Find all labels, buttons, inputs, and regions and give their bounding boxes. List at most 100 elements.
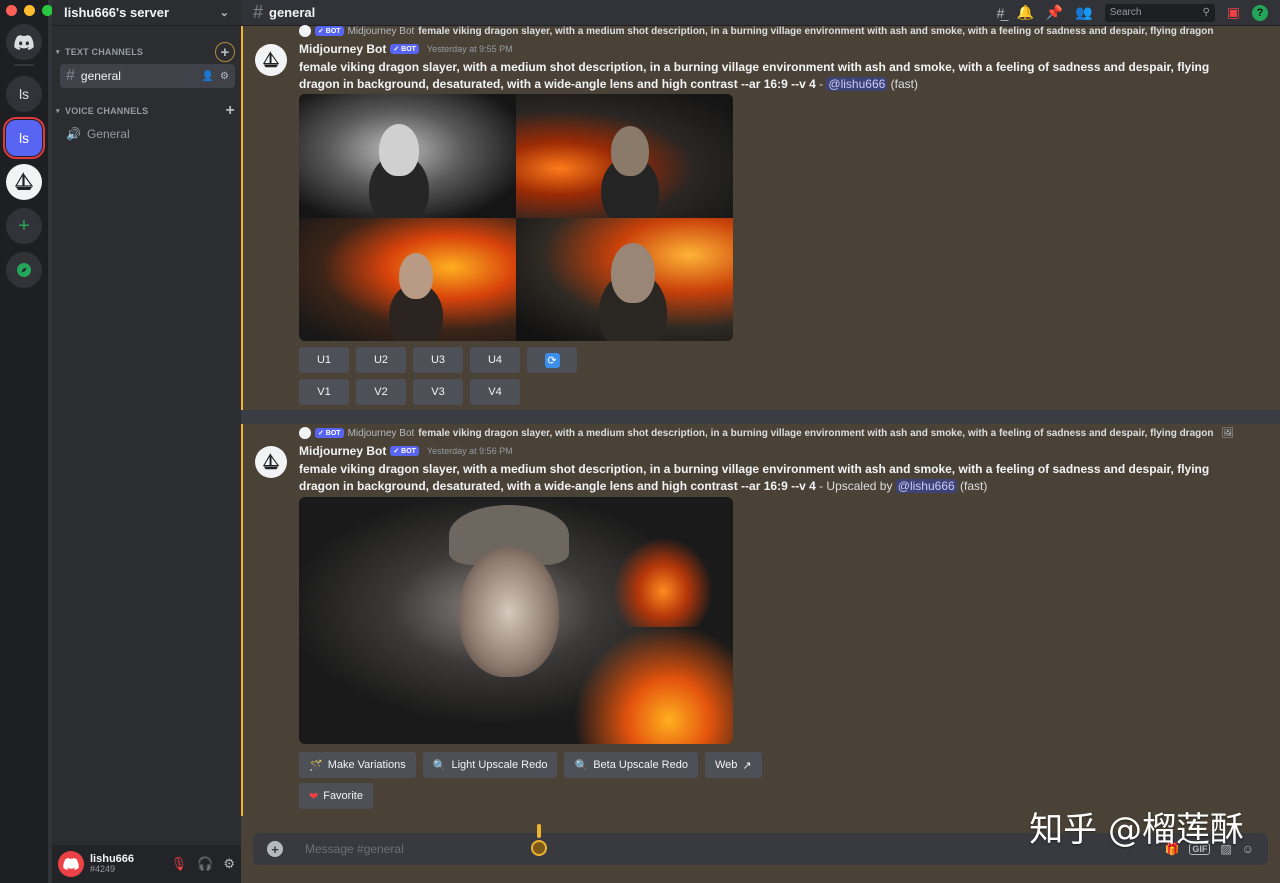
v4-button[interactable]: V4 xyxy=(470,379,520,405)
u4-button[interactable]: U4 xyxy=(470,347,520,373)
refresh-icon: ⟳ xyxy=(544,352,560,368)
u1-button[interactable]: U1 xyxy=(299,347,349,373)
light-upscale-redo-button[interactable]: 🔍 Light Upscale Redo xyxy=(422,752,558,778)
discord-icon xyxy=(14,34,34,50)
settings-icon[interactable]: ⚙ xyxy=(223,856,235,872)
button-label: Light Upscale Redo xyxy=(451,759,548,771)
server-header[interactable]: lishu666's server ⌄ xyxy=(52,0,241,26)
members-icon[interactable]: 👥 xyxy=(1075,4,1092,21)
grid-image-4[interactable] xyxy=(516,217,733,341)
watermark-text: 知乎 @榴莲酥 xyxy=(1029,810,1244,850)
grid-image-2[interactable] xyxy=(516,94,733,218)
reroll-button[interactable]: ⟳ xyxy=(527,347,577,373)
upscale-buttons: U1 U2 U3 U4 ⟳ xyxy=(299,347,577,373)
reply-snippet: female viking dragon slayer, with a medi… xyxy=(418,25,1214,37)
explore-button[interactable] xyxy=(6,252,42,288)
beta-upscale-redo-button[interactable]: 🔍 Beta Upscale Redo xyxy=(564,752,698,778)
headphones-icon[interactable]: 🎧 xyxy=(197,856,213,872)
message-input[interactable] xyxy=(305,842,1005,856)
avatar[interactable] xyxy=(58,851,84,877)
prompt-text: female viking dragon slayer, with a medi… xyxy=(299,60,1210,91)
inbox-icon[interactable]: ▣ xyxy=(1227,4,1240,21)
server-label: ls xyxy=(18,86,30,102)
search-input[interactable]: Search ⚲ xyxy=(1104,3,1215,22)
reply-author: Midjourney Bot xyxy=(347,427,415,439)
button-label: Make Variations xyxy=(327,759,406,771)
server-ls-2[interactable]: ls xyxy=(3,117,45,159)
pin-icon[interactable]: 📌 xyxy=(1046,4,1063,21)
invite-icon[interactable]: 👤 xyxy=(202,71,214,82)
add-server-button[interactable]: + xyxy=(6,208,42,244)
u2-button[interactable]: U2 xyxy=(356,347,406,373)
upscaled-by-text: - Upscaled by xyxy=(815,479,896,493)
threads-icon[interactable]: #̲ xyxy=(997,5,1005,21)
attach-plus-icon[interactable]: + xyxy=(267,841,283,857)
create-channel-button[interactable]: + xyxy=(225,103,235,119)
user-mention[interactable]: @lishu666 xyxy=(826,77,888,91)
close-window-button[interactable] xyxy=(6,5,17,16)
help-icon[interactable]: ? xyxy=(1252,4,1268,21)
u3-button[interactable]: U3 xyxy=(413,347,463,373)
message-timestamp: Yesterday at 9:56 PM xyxy=(426,446,513,456)
search-placeholder: Search xyxy=(1109,7,1142,18)
server-label: ls xyxy=(18,130,30,146)
create-channel-button[interactable]: + xyxy=(215,42,235,62)
message-author[interactable]: Midjourney Bot xyxy=(299,444,386,458)
message-content: female viking dragon slayer, with a medi… xyxy=(299,461,1239,495)
separator-text: - xyxy=(815,77,827,91)
grid-image-1[interactable] xyxy=(299,94,516,218)
bot-badge: ✓ BOT xyxy=(390,44,419,54)
click-indicator xyxy=(531,840,547,856)
voice-channels-category[interactable]: ▾ VOICE CHANNELS + xyxy=(56,103,235,119)
action-buttons: 🪄 Make Variations 🔍 Light Upscale Redo 🔍… xyxy=(299,752,762,778)
speed-text: (fast) xyxy=(956,479,988,493)
sailboat-icon xyxy=(262,51,280,68)
minimize-window-button[interactable] xyxy=(24,5,35,16)
channel-general[interactable]: # general 👤 ⚙ xyxy=(60,64,235,88)
reply-reference[interactable]: ✓ BOT Midjourney Bot female viking drago… xyxy=(299,24,1213,38)
chevron-down-icon: ▾ xyxy=(56,108,60,115)
discord-icon xyxy=(63,858,79,870)
channel-sidebar: lishu666's server ⌄ ▾ TEXT CHANNELS + # … xyxy=(52,0,241,883)
voice-channel-general[interactable]: 🔊 General xyxy=(60,122,235,146)
grid-image-3[interactable] xyxy=(299,217,516,341)
chevron-down-icon: ▾ xyxy=(56,49,60,56)
v2-button[interactable]: V2 xyxy=(356,379,406,405)
button-label: Beta Upscale Redo xyxy=(593,759,688,771)
server-midjourney[interactable] xyxy=(6,164,42,200)
settings-icon[interactable]: ⚙ xyxy=(220,71,229,82)
user-panel: lishu666 #4249 🎙 🎧 ⚙ xyxy=(52,845,241,883)
button-label: Favorite xyxy=(323,790,363,802)
message-author[interactable]: Midjourney Bot xyxy=(299,42,386,56)
avatar[interactable] xyxy=(255,446,287,478)
reply-reference[interactable]: ✓ BOT Midjourney Bot female viking drago… xyxy=(299,426,1234,440)
make-variations-button[interactable]: 🪄 Make Variations xyxy=(299,752,416,778)
user-mention[interactable]: @lishu666 xyxy=(895,479,957,493)
v1-button[interactable]: V1 xyxy=(299,379,349,405)
bell-icon[interactable]: 🔔 xyxy=(1016,4,1033,21)
sailboat-icon xyxy=(14,172,34,190)
variation-buttons: V1 V2 V3 V4 xyxy=(299,379,520,405)
server-rail: ls ls + xyxy=(0,0,53,883)
magnifier-icon: 🔍 xyxy=(574,759,589,772)
text-channels-category[interactable]: ▾ TEXT CHANNELS + xyxy=(56,42,235,62)
mic-muted-icon[interactable]: 🎙 xyxy=(171,856,188,872)
avatar[interactable] xyxy=(255,44,287,76)
message-timestamp: Yesterday at 9:55 PM xyxy=(426,44,513,54)
bot-badge: ✓ BOT xyxy=(315,26,344,36)
web-link-button[interactable]: Web ↗ xyxy=(704,752,762,778)
server-ls-1[interactable]: ls xyxy=(6,76,42,112)
favorite-button[interactable]: ❤ Favorite xyxy=(299,783,373,809)
channel-name: General xyxy=(86,127,130,141)
favorite-row: ❤ Favorite xyxy=(299,783,373,809)
speaker-icon: 🔊 xyxy=(66,127,81,141)
image-grid[interactable] xyxy=(299,94,733,341)
upscaled-image[interactable] xyxy=(299,497,733,744)
v3-button[interactable]: V3 xyxy=(413,379,463,405)
button-label: Web xyxy=(714,759,738,771)
user-tag: #4249 xyxy=(90,864,116,875)
home-button[interactable] xyxy=(6,24,42,60)
click-indicator-stem xyxy=(537,824,541,838)
add-server-icon: + xyxy=(18,214,30,237)
chat-area: # general #̲ 🔔 📌 👥 Search ⚲ ▣ ? ✓ BOT Mi… xyxy=(241,0,1280,883)
